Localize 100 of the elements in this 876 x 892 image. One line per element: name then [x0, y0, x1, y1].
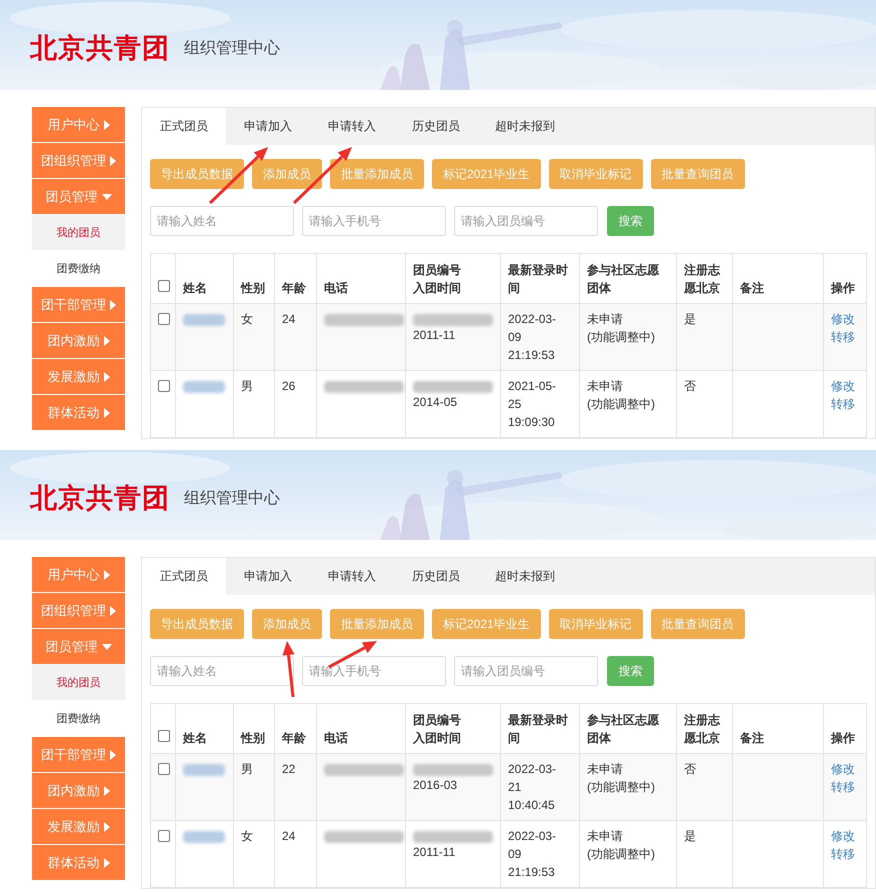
tab[interactable]: 正式团员	[142, 558, 226, 595]
table-cell-text: 未申请	[587, 311, 623, 328]
search-button[interactable]: 搜索	[607, 206, 654, 236]
action-link[interactable]: 修改	[831, 827, 859, 845]
table-cell-text: 未申请	[587, 378, 623, 395]
action-button[interactable]: 导出成员数据	[150, 609, 244, 639]
action-link[interactable]: 修改	[831, 377, 859, 395]
action-link[interactable]: 转移	[831, 778, 859, 796]
column-header: 备注	[740, 280, 765, 297]
table-cell: 女	[234, 304, 274, 370]
sidebar-item[interactable]: 团内激励	[32, 773, 125, 808]
join-date: 2011-11	[413, 327, 456, 344]
tab[interactable]: 超时未报到	[478, 108, 572, 145]
action-button[interactable]: 批量查询团员	[650, 609, 745, 639]
action-link[interactable]: 转移	[831, 395, 859, 413]
sidebar-item[interactable]: 团员管理	[32, 179, 125, 214]
table-cell-text: (功能调整中)	[587, 329, 655, 346]
sidebar-item[interactable]: 用户中心	[32, 107, 125, 142]
search-field[interactable]: 请输入姓名	[150, 206, 294, 236]
join-date: 2016-03	[413, 777, 458, 794]
table-cell-text: 2022-03-09 21:19:53	[508, 311, 558, 364]
site-subtitle: 组织管理中心	[184, 488, 280, 508]
checkbox[interactable]	[158, 280, 170, 292]
site-logo: 北京共青团	[30, 32, 170, 66]
action-button[interactable]: 批量添加成员	[330, 609, 424, 639]
checkbox[interactable]	[158, 830, 170, 842]
action-button[interactable]: 标记2021毕业生	[432, 609, 541, 639]
action-button[interactable]: 取消毕业标记	[548, 159, 643, 189]
join-date: 2011-11	[413, 844, 456, 861]
search-field[interactable]: 请输入团员编号	[454, 656, 598, 686]
action-button[interactable]: 导出成员数据	[150, 159, 244, 189]
sidebar-item[interactable]: 团内激励	[32, 323, 125, 358]
table-cell: 24	[274, 304, 316, 370]
tab[interactable]: 超时未报到	[478, 558, 572, 595]
checkbox[interactable]	[158, 380, 170, 392]
column-header: 操作	[831, 730, 856, 747]
site-subtitle: 组织管理中心	[184, 38, 280, 58]
column-header: 操作	[831, 280, 856, 297]
sidebar-item[interactable]: 群体活动	[32, 395, 125, 430]
table-cell-text: 未申请	[587, 828, 623, 845]
action-button[interactable]: 添加成员	[252, 159, 322, 189]
action-button[interactable]: 批量查询团员	[650, 159, 745, 189]
search-field[interactable]: 请输入手机号	[302, 206, 446, 236]
search-field[interactable]: 请输入姓名	[150, 656, 294, 686]
tab[interactable]: 申请加入	[226, 108, 310, 145]
table-cell-text: (功能调整中)	[587, 846, 655, 863]
column-header: 年龄	[282, 730, 307, 747]
blurred-name	[183, 831, 225, 843]
sidebar-item[interactable]: 发展激励	[32, 809, 125, 844]
table-cell-text: 2022-03-09 21:19:53	[508, 828, 558, 881]
sidebar-item[interactable]: 团干部管理	[32, 737, 125, 772]
checkbox[interactable]	[158, 763, 170, 775]
sidebar-item[interactable]: 团员管理	[32, 629, 125, 664]
sidebar-item[interactable]: 群体活动	[32, 845, 125, 880]
action-link[interactable]: 转移	[831, 845, 859, 863]
search-button[interactable]: 搜索	[607, 656, 654, 686]
sidebar-item[interactable]: 用户中心	[32, 557, 125, 592]
column-header: 电话	[324, 280, 349, 297]
checkbox[interactable]	[158, 730, 170, 742]
tab[interactable]: 历史团员	[394, 558, 478, 595]
table-cell-text: 未申请	[587, 761, 623, 778]
table-cell-text: (功能调整中)	[587, 396, 655, 413]
sidebar-item[interactable]: 团组织管理	[32, 143, 125, 178]
tab[interactable]: 申请加入	[226, 558, 310, 595]
action-button[interactable]: 批量添加成员	[330, 159, 424, 189]
table-cell: 女	[234, 820, 274, 888]
tab[interactable]: 历史团员	[394, 108, 478, 145]
table-cell: 24	[274, 820, 316, 888]
sidebar-item[interactable]: 发展激励	[32, 359, 125, 394]
join-date: 2014-05	[413, 394, 458, 411]
tab[interactable]: 申请转入	[310, 558, 394, 595]
table-cell-text: 2021-05-25 19:09:30	[508, 378, 558, 431]
column-header: 最新登录时间	[508, 712, 568, 747]
checkbox[interactable]	[158, 313, 170, 325]
search-field[interactable]: 请输入团员编号	[454, 206, 598, 236]
tab[interactable]: 正式团员	[142, 108, 226, 145]
tab[interactable]: 申请转入	[310, 108, 394, 145]
submenu-item[interactable]: 我的团员	[32, 665, 125, 700]
table-cell: 22	[274, 754, 316, 820]
column-header: 姓名	[183, 730, 208, 747]
table-cell-text: (功能调整中)	[587, 779, 655, 796]
column-header: 参与社区志愿团体	[587, 262, 659, 297]
column-header: 姓名	[183, 280, 208, 297]
column-header: 性别	[241, 280, 266, 297]
column-header: 电话	[324, 730, 349, 747]
submenu-item[interactable]: 我的团员	[32, 215, 125, 250]
table-cell: 否	[676, 370, 732, 438]
sidebar-item[interactable]: 团组织管理	[32, 593, 125, 628]
table-cell: 否	[676, 754, 732, 820]
action-link[interactable]: 修改	[831, 760, 859, 778]
table-cell: 男	[234, 754, 274, 820]
action-button[interactable]: 标记2021毕业生	[432, 159, 541, 189]
action-button[interactable]: 添加成员	[252, 609, 322, 639]
action-button[interactable]: 取消毕业标记	[548, 609, 643, 639]
action-link[interactable]: 修改	[831, 310, 859, 328]
column-header: 参与社区志愿团体	[587, 712, 659, 747]
sidebar-item[interactable]: 团干部管理	[32, 287, 125, 322]
blurred-name	[183, 381, 225, 393]
action-link[interactable]: 转移	[831, 328, 859, 346]
search-field[interactable]: 请输入手机号	[302, 656, 446, 686]
